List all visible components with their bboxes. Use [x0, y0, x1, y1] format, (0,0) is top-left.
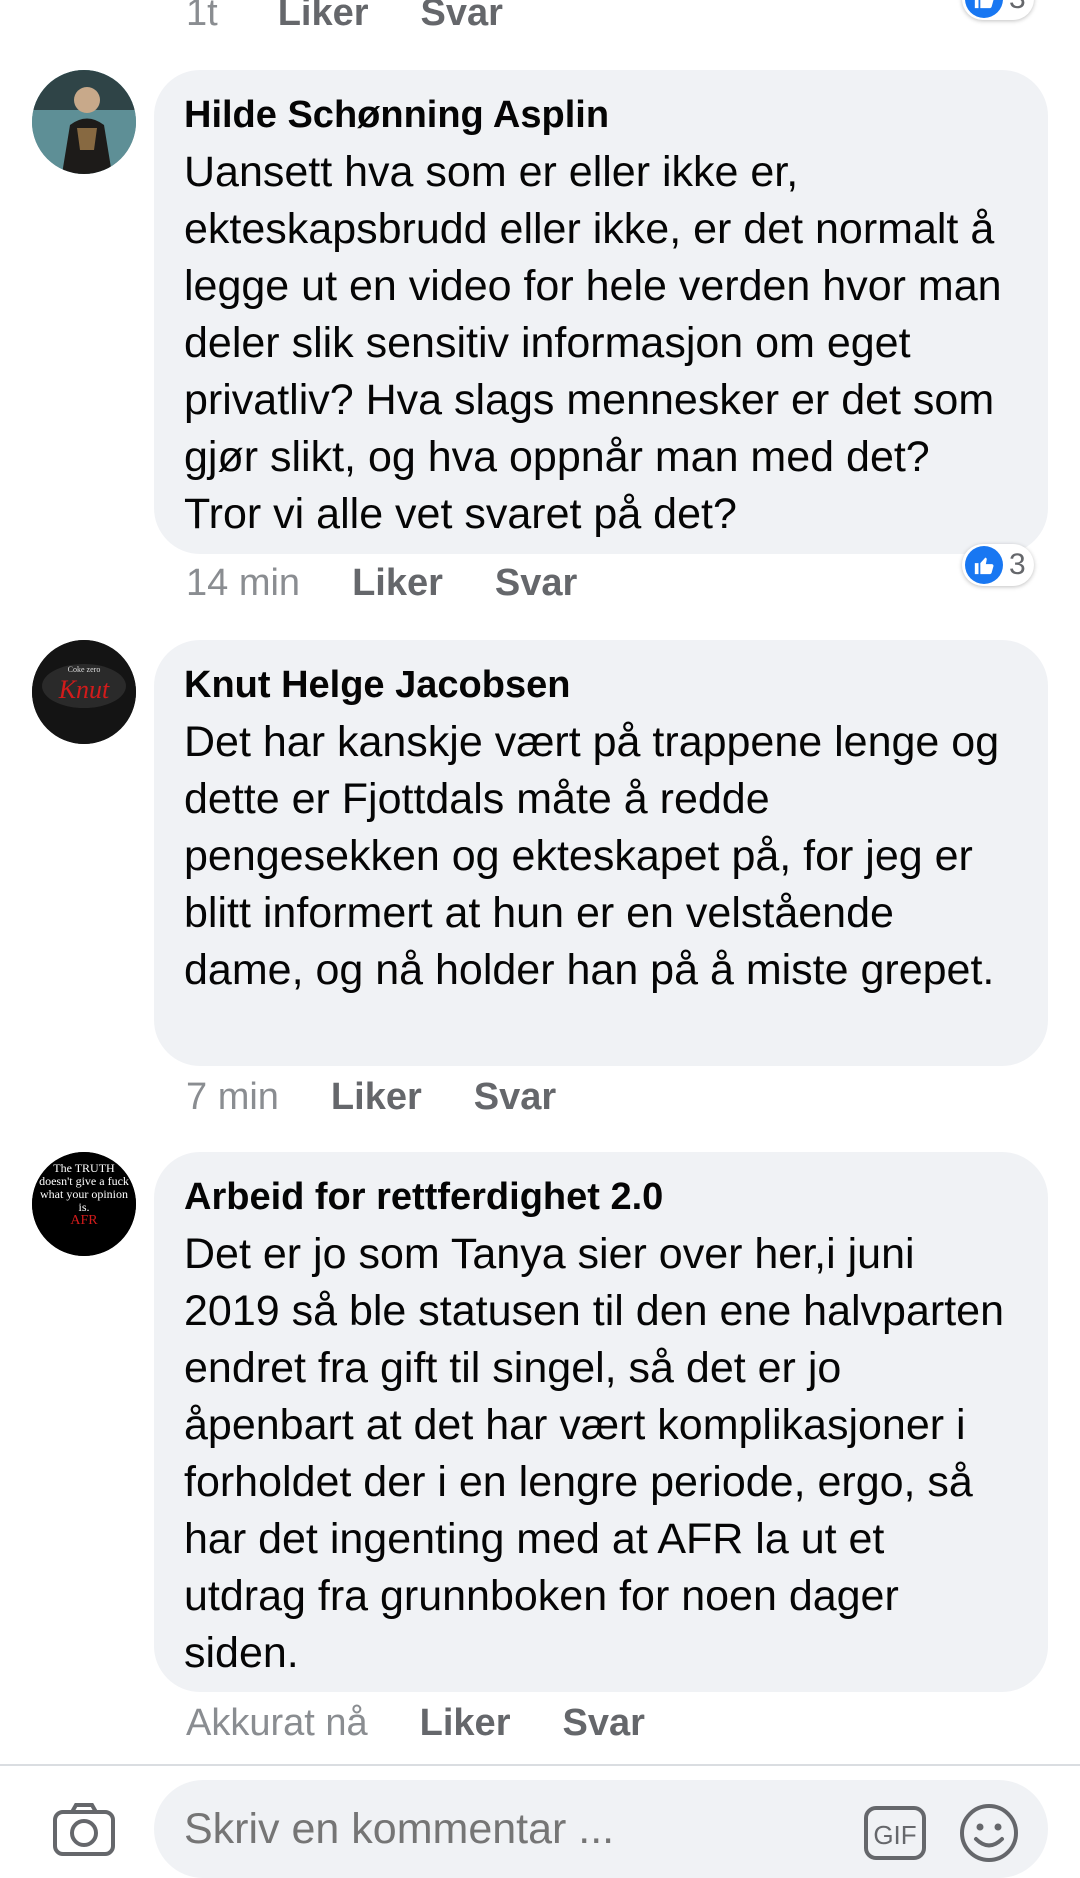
reply-button[interactable]: Svar	[474, 1076, 556, 1119]
svg-text:Coke zero: Coke zero	[68, 665, 101, 674]
reply-button[interactable]: Svar	[495, 562, 577, 605]
svg-text:GIF: GIF	[873, 1820, 916, 1850]
svg-text:Knut: Knut	[58, 675, 110, 704]
top-comment-actions: 1t Liker Svar	[186, 0, 503, 35]
comment-time: 1t	[186, 0, 218, 34]
reaction-count: 3	[1009, 0, 1026, 16]
comment-actions: Akkurat nå Liker Svar	[186, 1702, 645, 1745]
comment-text: Det er jo som Tanya sier over her,i juni…	[184, 1230, 1004, 1677]
coke-bottle-photo: Coke zero Knut	[32, 640, 136, 744]
comment-composer: GIF	[0, 1766, 1080, 1878]
comment-bubble: Knut Helge Jacobsen Det har kanskje vært…	[154, 640, 1048, 1066]
comment-bubble: Arbeid for rettferdighet 2.0 Det er jo s…	[154, 1152, 1048, 1692]
thumbs-up-icon	[965, 0, 1003, 18]
camera-icon[interactable]	[52, 1802, 116, 1863]
comment-time: 7 min	[186, 1076, 279, 1118]
like-button[interactable]: Liker	[420, 1702, 511, 1745]
comment-text: Uansett hva som er eller ikke er, ektesk…	[184, 148, 1002, 538]
comment-text: Det har kanskje vært på trappene lenge o…	[184, 718, 1000, 994]
comment-actions: 14 min Liker Svar	[186, 562, 577, 605]
comment-actions: 7 min Liker Svar	[186, 1076, 556, 1119]
emoji-icon[interactable]	[958, 1802, 1020, 1869]
like-button[interactable]: Liker	[278, 0, 369, 35]
gif-icon[interactable]: GIF	[864, 1806, 926, 1865]
avatar[interactable]	[32, 70, 136, 174]
comment-author[interactable]: Hilde Schønning Asplin	[184, 92, 1018, 138]
comment-time: 14 min	[186, 562, 301, 604]
comment-bubble: Hilde Schønning Asplin Uansett hva som e…	[154, 70, 1048, 554]
reaction-badge[interactable]: 3	[962, 544, 1034, 586]
reaction-badge[interactable]: 3	[962, 0, 1034, 20]
like-button[interactable]: Liker	[352, 562, 443, 605]
comment-author[interactable]: Knut Helge Jacobsen	[184, 662, 1018, 708]
thumbs-up-icon	[965, 546, 1003, 584]
reply-button[interactable]: Svar	[562, 1702, 644, 1745]
comment-author[interactable]: Arbeid for rettferdighet 2.0	[184, 1174, 1018, 1220]
reply-button[interactable]: Svar	[421, 0, 503, 35]
truth-quote-image: The TRUTH doesn't give a fuck what your …	[32, 1152, 136, 1256]
avatar[interactable]: The TRUTH doesn't give a fuck what your …	[32, 1152, 136, 1256]
person-photo	[32, 70, 136, 174]
like-button[interactable]: Liker	[331, 1076, 422, 1119]
comment-time: Akkurat nå	[186, 1702, 368, 1744]
reaction-count: 3	[1009, 548, 1026, 581]
avatar[interactable]: Coke zero Knut	[32, 640, 136, 744]
